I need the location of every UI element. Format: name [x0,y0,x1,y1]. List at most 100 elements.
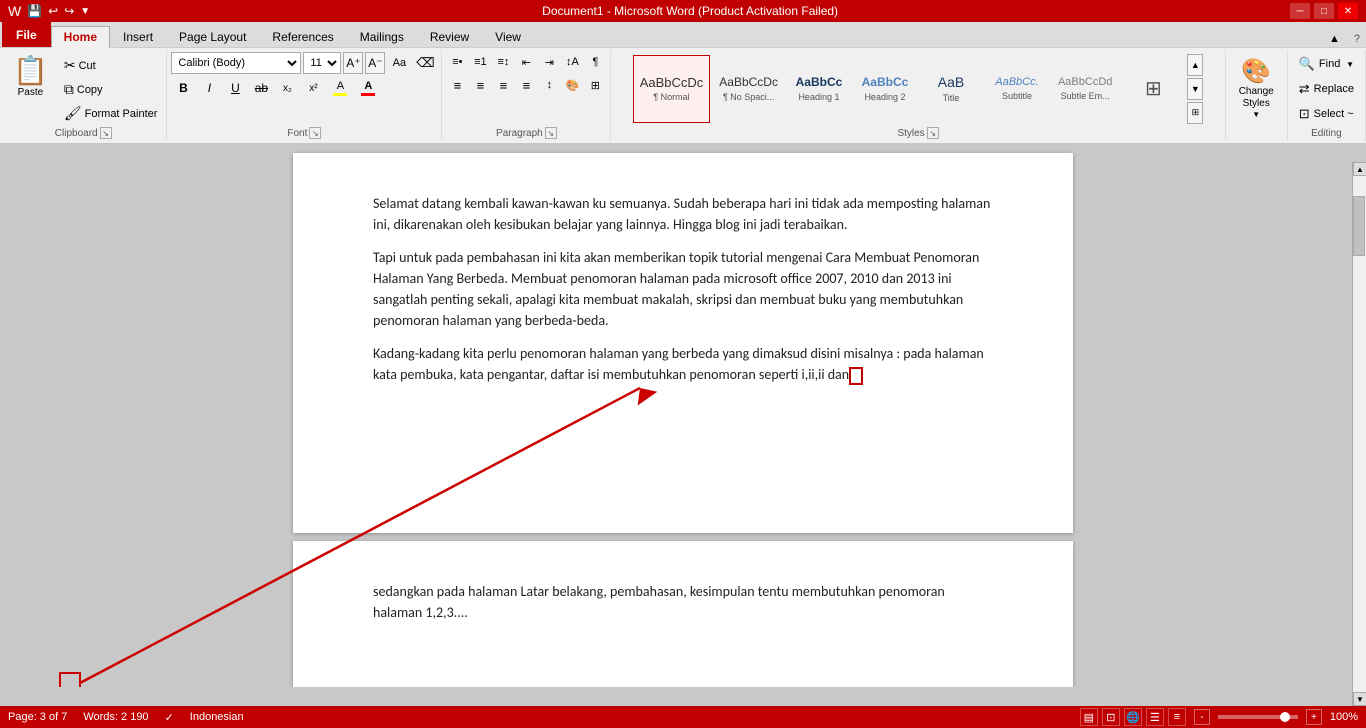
tab-file[interactable]: File [2,22,51,47]
justify-button[interactable]: ≡ [515,75,537,95]
font-size-increase-button[interactable]: A⁺ [343,52,363,74]
highlight-icon: A [337,80,344,92]
full-screen-button[interactable]: ⊡ [1102,708,1120,726]
scroll-down-button[interactable]: ▼ [1353,692,1366,706]
ribbon-minimize-icon[interactable]: ▲ [1321,31,1348,47]
cut-button[interactable]: ✂ Cut [59,54,163,77]
tab-review[interactable]: Review [417,25,482,47]
style-more[interactable]: ⊞ [1121,55,1185,123]
styles-scroll-up-button[interactable]: ▲ [1187,54,1203,76]
subscript-button[interactable]: x₂ [275,77,299,99]
underline-button[interactable]: U [223,77,247,99]
align-center-button[interactable]: ≡ [469,75,491,95]
page-info[interactable]: Page: 3 of 7 [8,711,67,723]
qa-save[interactable]: 💾 [27,4,42,18]
styles-expand-button[interactable]: ↘ [927,127,939,139]
style-heading2[interactable]: AaBbCc Heading 2 [853,55,917,123]
tab-references[interactable]: References [259,25,346,47]
style-no-spacing[interactable]: AaBbCcDc ¶ No Spaci... [712,55,785,123]
borders-button[interactable]: ⊞ [584,75,606,95]
superscript-button[interactable]: x² [301,77,325,99]
increase-indent-button[interactable]: ⇥ [538,52,560,72]
zoom-in-button[interactable]: + [1306,709,1322,725]
show-formatting-button[interactable]: ¶ [584,52,606,72]
align-right-button[interactable]: ≡ [492,75,514,95]
qa-dropdown[interactable]: ▼ [80,6,90,17]
paste-button[interactable]: 📋 Paste [4,52,57,103]
close-button[interactable]: ✕ [1338,3,1358,19]
scroll-track[interactable] [1353,176,1366,692]
zoom-percent[interactable]: 100% [1330,711,1358,723]
page1-para3-text: Kadang-kadang kita perlu penomoran halam… [373,345,984,383]
align-left-button[interactable]: ≡ [446,75,468,95]
font-size-decrease-button[interactable]: A⁻ [365,52,385,74]
zoom-out-button[interactable]: - [1194,709,1210,725]
shading-button[interactable]: 🎨 [561,75,583,95]
web-layout-button[interactable]: 🌐 [1124,708,1142,726]
page1-para3: Kadang-kadang kita perlu penomoran halam… [373,343,993,385]
status-right-area: ▤ ⊡ 🌐 ☰ ≡ - + 100% [1080,708,1358,726]
clipboard-small-buttons: ✂ Cut ⧉ Copy 🖌 Format Painter [59,52,163,125]
line-spacing-button[interactable]: ↕ [538,75,560,95]
numbering-button[interactable]: ≡1 [469,52,491,72]
tab-home[interactable]: Home [51,26,110,48]
vertical-scrollbar[interactable]: ▲ ▼ [1352,162,1366,706]
zoom-slider[interactable] [1218,715,1298,719]
find-button[interactable]: 🔍 Find ▼ [1292,52,1361,76]
document-area[interactable]: Selamat datang kembali kawan-kawan ku se… [0,143,1366,687]
change-case-button[interactable]: Aa [387,52,411,74]
font-group: Calibri (Body) 11 A⁺ A⁻ Aa ⌫ B I U ab x₂ [167,50,442,141]
styles-scroll-down-button[interactable]: ▼ [1187,78,1203,100]
window-title: Document1 - Microsoft Word (Product Acti… [90,4,1290,18]
copy-button[interactable]: ⧉ Copy [59,78,163,101]
paragraph-group: ≡• ≡1 ≡↕ ⇤ ⇥ ↕A ¶ ≡ ≡ ≡ ≡ ↕ 🎨 ⊞ [442,50,611,141]
tab-page-layout[interactable]: Page Layout [166,25,259,47]
word-count[interactable]: Words: 2 190 [83,711,148,723]
spell-check-icon[interactable]: ✓ [165,711,174,724]
scroll-thumb[interactable] [1353,196,1365,256]
style-subtle-em[interactable]: AaBbCcDd Subtle Em... [1051,55,1119,123]
style-normal-preview: AaBbCcDc [640,75,704,91]
paragraph-expand-button[interactable]: ↘ [545,127,557,139]
clear-format-button[interactable]: ⌫ [413,52,437,74]
font-expand-button[interactable]: ↘ [309,127,321,139]
style-normal[interactable]: AaBbCcDc ¶ Normal [633,55,711,123]
format-painter-button[interactable]: 🖌 Format Painter [59,102,163,125]
select-button[interactable]: ⊡ Select ~ [1292,102,1361,126]
styles-more-button[interactable]: ⊞ [1187,102,1203,124]
draft-button[interactable]: ≡ [1168,708,1186,726]
minimize-button[interactable]: ─ [1290,3,1310,19]
help-icon[interactable]: ? [1348,31,1366,47]
font-color-button[interactable]: A [355,77,381,99]
replace-button[interactable]: ⇄ Replace [1292,77,1361,101]
tab-view[interactable]: View [482,25,534,47]
language[interactable]: Indonesian [190,711,244,723]
tab-mailings[interactable]: Mailings [347,25,417,47]
change-styles-group: 🎨 ChangeStyles ▼ x [1226,50,1288,141]
outline-button[interactable]: ☰ [1146,708,1164,726]
style-heading1[interactable]: AaBbCc Heading 1 [787,55,851,123]
tab-insert[interactable]: Insert [110,25,166,47]
restore-button[interactable]: □ [1314,3,1334,19]
decrease-indent-button[interactable]: ⇤ [515,52,537,72]
font-name-select[interactable]: Calibri (Body) [171,52,301,74]
font-size-select[interactable]: 11 [303,52,341,74]
sort-button[interactable]: ↕A [561,52,583,72]
change-styles-button[interactable]: 🎨 ChangeStyles ▼ [1230,52,1283,124]
bullets-button[interactable]: ≡• [446,52,468,72]
italic-button[interactable]: I [197,77,221,99]
multilevel-list-button[interactable]: ≡↕ [492,52,514,72]
print-layout-button[interactable]: ▤ [1080,708,1098,726]
bold-button[interactable]: B [171,77,195,99]
editing-label: Editing [1311,128,1342,139]
qa-undo[interactable]: ↩ [48,4,58,18]
editing-group: 🔍 Find ▼ ⇄ Replace ⊡ Select ~ Editing [1288,50,1366,141]
qa-redo[interactable]: ↪ [64,4,74,18]
strikethrough-button[interactable]: ab [249,77,273,99]
scroll-up-button[interactable]: ▲ [1353,162,1366,176]
text-highlight-button[interactable]: A [327,77,353,99]
style-title[interactable]: AaB Title [919,55,983,123]
font-color-bar [361,93,375,96]
style-subtitle[interactable]: AaBbCc. Subtitle [985,55,1049,123]
clipboard-expand-button[interactable]: ↘ [100,127,112,139]
